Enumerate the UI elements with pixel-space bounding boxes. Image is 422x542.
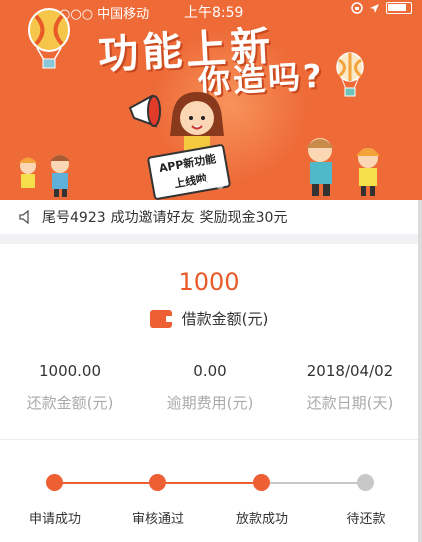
step-node-2 [149,474,166,491]
lock-rotation-icon [351,2,363,14]
notice-tail-number: 尾号4923 [42,210,106,226]
step-node-1 [46,474,63,491]
announcement-sign: APP新功能 上线啦 [146,143,232,200]
carousel-dot[interactable] [216,181,224,189]
step-label-1: 申请成功 [28,512,81,527]
battery-icon [386,2,412,14]
progress-track-pending [263,482,367,484]
notice-text: 尾号4923 成功邀请好友 奖励现金30元 [42,207,287,227]
promo-banner[interactable]: •○○○○ 中国移动 上午8:59 功能上新 你造吗? APP新功能 上线啦 [0,0,422,200]
notice-reward: 奖励现金30元 [199,210,288,226]
stat-value: 1000.00 [38,362,102,380]
stat-value: 2018/04/02 [306,362,394,380]
hot-air-balloon-right-icon [336,52,364,97]
notice-bar[interactable]: 尾号4923 成功邀请好友 奖励现金30元 [0,200,422,234]
carousel-dots[interactable] [200,181,224,189]
wallet-icon [149,309,173,328]
hot-air-balloon-left-icon [28,8,70,69]
stat-value: 0.00 [193,362,227,380]
stat-repay-amount: 1000.00 还款金额(元) [0,362,140,413]
notice-event: 成功邀请好友 [110,210,195,226]
step-node-3 [253,474,270,491]
step-label-4: 待还款 [346,512,386,527]
stat-label: 还款金额(元) [26,394,114,412]
kids-left-illustration [19,155,70,197]
status-icons [351,2,412,14]
location-arrow-icon [370,3,379,13]
carousel-dot-active[interactable] [200,181,208,189]
loan-amount: 1000 [178,268,240,296]
stat-label: 逾期费用(元) [166,394,254,412]
speaker-icon [19,210,29,224]
step-node-4 [357,474,374,491]
kids-right-illustration [306,138,380,196]
divider [0,439,418,440]
stat-overdue-fee: 0.00 逾期费用(元) [140,362,280,413]
loan-amount-label: 借款金额(元) [181,310,269,328]
step-label-3: 放款成功 [235,512,288,527]
loan-amount-label-row: 借款金额(元) [0,308,418,329]
stat-repay-date: 2018/04/02 还款日期(天) [280,362,420,413]
loan-card: 1000 借款金额(元) 1000.00 还款金额(元) 0.00 逾期费用(元… [0,244,418,542]
stat-label: 还款日期(天) [306,394,394,412]
step-label-2: 审核通过 [131,512,184,527]
